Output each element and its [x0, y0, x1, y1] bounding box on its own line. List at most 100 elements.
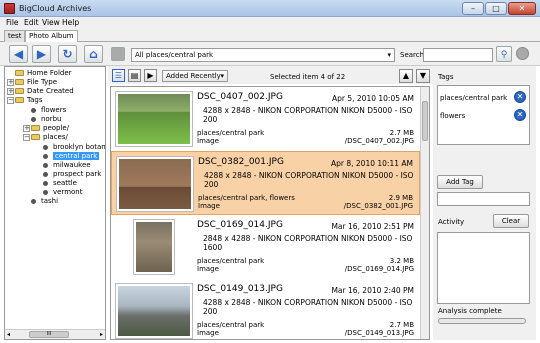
scroll-thumb[interactable]: III	[29, 331, 69, 338]
scroll-right-icon[interactable]: ▸	[100, 331, 103, 338]
menu-view[interactable]: View	[42, 18, 60, 27]
detail-view-button[interactable]: ▤	[128, 69, 141, 82]
search-button[interactable]: ⚲	[496, 46, 512, 62]
play-icon: ▶	[147, 71, 154, 80]
tree-item-date-created[interactable]: Date Created	[15, 87, 74, 96]
file-type: Image	[198, 202, 220, 210]
file-name: DSC_0407_002.JPG	[197, 92, 283, 102]
activity-log	[437, 232, 530, 304]
search-label: Search	[400, 51, 425, 59]
tree-item-central-park[interactable]: central park	[43, 152, 100, 161]
list-vertical-scrollbar[interactable]	[420, 87, 429, 339]
menu-file[interactable]: File	[6, 18, 19, 27]
file-path: /DSC_0407_002.JPG	[344, 137, 414, 145]
folder-icon	[15, 97, 24, 103]
title-bar: BigCloud Archives – □ ✕	[0, 0, 540, 17]
file-size: 3.2 MB	[389, 257, 414, 265]
tree-horizontal-scrollbar[interactable]: ◂ III ▸	[5, 329, 105, 339]
tag-dot-icon	[31, 116, 36, 122]
tree-item-milwaukee[interactable]: milwaukee	[43, 161, 91, 170]
close-button[interactable]: ✕	[508, 2, 536, 15]
previous-item-button[interactable]: ▲	[399, 69, 413, 83]
tree-item-places[interactable]: places/	[31, 133, 68, 142]
search-icon: ⚲	[500, 50, 508, 60]
tree-item-prospect-park[interactable]: prospect park	[43, 170, 101, 179]
add-tag-button[interactable]: Add Tag	[437, 175, 483, 189]
file-size: 2.9 MB	[388, 194, 413, 202]
refresh-icon: ↻	[62, 47, 73, 61]
location-select[interactable]: All places/central park ▾	[131, 48, 395, 62]
file-path: /DSC_0382_001.JPG	[343, 202, 413, 210]
file-name: DSC_0169_014.JPG	[197, 220, 283, 230]
tab-bar: test Photo Album	[0, 29, 540, 43]
back-button[interactable]: ◀	[9, 45, 28, 63]
list-item-selected[interactable]: DSC_0382_001.JPG Apr 8, 2010 10:11 AM 42…	[111, 151, 420, 215]
file-size: 2.7 MB	[389, 321, 414, 329]
home-button[interactable]: ⌂	[84, 45, 103, 63]
tag-dot-icon	[43, 189, 48, 195]
tree-item-seattle[interactable]: seattle	[43, 179, 77, 188]
tree-item-vermont[interactable]: vermont	[43, 188, 83, 197]
next-item-button[interactable]: ▼	[416, 69, 430, 83]
maximize-button[interactable]: □	[485, 2, 507, 15]
list-item[interactable]: DSC_0169_014.JPG Mar 16, 2010 2:51 PM 28…	[111, 215, 420, 279]
tag-remove-icon[interactable]: ✕	[514, 91, 526, 103]
collapse-icon[interactable]: −	[23, 134, 30, 141]
list-item[interactable]: DSC_0407_002.JPG Apr 5, 2010 10:05 AM 42…	[111, 87, 420, 151]
tree-item-norbu[interactable]: norbu	[31, 115, 61, 124]
tree-item-tashi[interactable]: tashi	[31, 197, 58, 206]
tree-item-file-type[interactable]: File Type	[15, 78, 57, 87]
sort-value: Added Recently	[166, 72, 221, 80]
tree-item-flowers[interactable]: flowers	[31, 106, 66, 115]
folder-icon	[15, 70, 24, 76]
file-tags: places/central park, flowers	[198, 194, 295, 202]
expand-icon[interactable]: +	[7, 88, 14, 95]
page-icon: ▤	[130, 71, 139, 80]
window-title: BigCloud Archives	[19, 4, 92, 13]
activity-label: Activity	[438, 218, 465, 226]
folder-icon	[15, 79, 24, 85]
list-view-button[interactable]: ☰	[112, 69, 125, 82]
arrow-up-icon: ▲	[402, 71, 410, 80]
file-date: Mar 16, 2010 2:40 PM	[331, 286, 414, 295]
clear-button[interactable]: Clear	[493, 214, 529, 228]
expand-icon[interactable]: +	[23, 125, 30, 132]
file-info: 2848 x 4288 - NIKON CORPORATION NIKON D5…	[203, 234, 413, 252]
tag-item: places/central park	[440, 94, 508, 102]
expand-icon[interactable]: +	[7, 79, 14, 86]
list-view-icon: ☰	[114, 71, 123, 80]
tag-dot-icon	[31, 107, 36, 113]
file-type: Image	[197, 137, 219, 145]
search-input[interactable]	[423, 48, 493, 62]
tree-item-home-folder[interactable]: Home Folder	[15, 69, 72, 78]
minimize-button[interactable]: –	[462, 2, 484, 15]
forward-button[interactable]: ▶	[32, 45, 51, 63]
file-tags: places/central park	[197, 129, 265, 137]
slideshow-button[interactable]: ▶	[144, 69, 157, 82]
tag-dot-icon	[43, 180, 48, 186]
menu-bar: File Edit View Help	[0, 17, 540, 29]
stop-button[interactable]	[111, 47, 125, 61]
menu-edit[interactable]: Edit	[24, 18, 39, 27]
scroll-left-icon[interactable]: ◂	[7, 331, 10, 338]
tree-item-brooklyn-botanica[interactable]: brooklyn botanica	[43, 143, 105, 152]
tag-list: places/central park ✕ flowers ✕	[437, 85, 530, 145]
menu-help[interactable]: Help	[62, 18, 79, 27]
tab-test[interactable]: test	[4, 30, 26, 42]
tree-item-people[interactable]: people/	[31, 124, 69, 133]
list-item[interactable]: DSC_0149_013.JPG Mar 16, 2010 2:40 PM 42…	[111, 279, 420, 339]
scroll-thumb[interactable]	[422, 101, 428, 141]
status-text: Analysis complete	[438, 307, 502, 315]
file-path: /DSC_0149_013.JPG	[344, 329, 414, 337]
sort-select[interactable]: Added Recently ▾	[162, 70, 228, 82]
folder-icon	[15, 88, 24, 94]
refresh-button[interactable]: ↻	[58, 45, 77, 63]
tree-item-tags[interactable]: Tags	[15, 96, 43, 105]
add-tag-input[interactable]	[437, 192, 530, 206]
analysis-progress	[438, 318, 526, 324]
tag-remove-icon[interactable]: ✕	[514, 109, 526, 121]
folder-tree: Home Folder + File Type + Date Created −…	[4, 66, 106, 340]
file-date: Mar 16, 2010 2:51 PM	[331, 222, 414, 231]
collapse-icon[interactable]: −	[7, 97, 14, 104]
list-header: ☰ ▤ ▶ Added Recently ▾ Selected item 4 o…	[108, 66, 433, 84]
